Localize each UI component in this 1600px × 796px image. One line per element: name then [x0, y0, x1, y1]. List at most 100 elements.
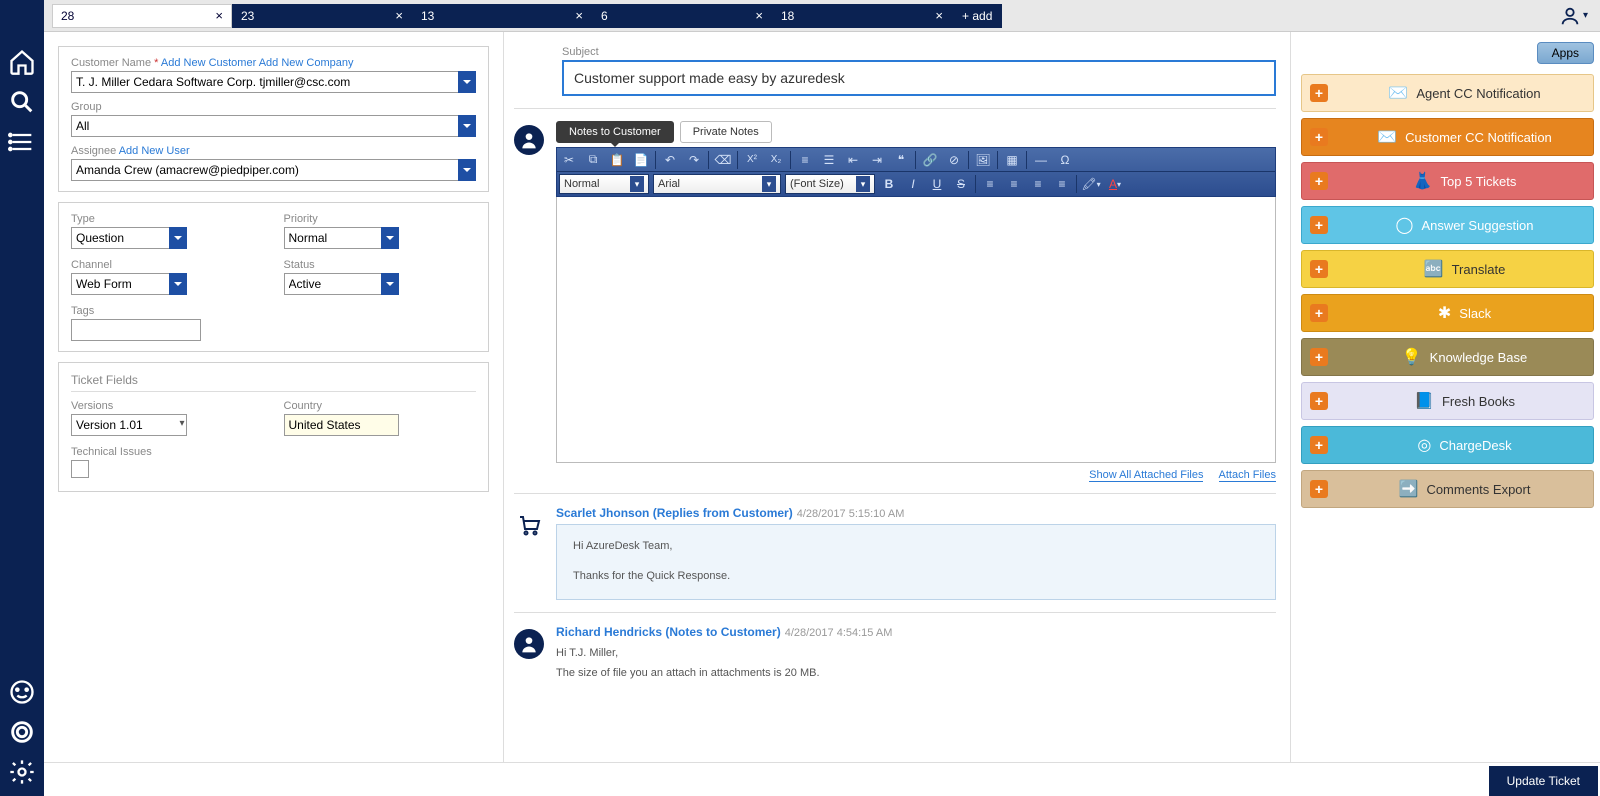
tab-label: 23	[241, 9, 254, 23]
align-left-icon[interactable]: ≡	[978, 173, 1002, 195]
chevron-down-icon[interactable]	[381, 227, 399, 249]
redo-icon[interactable]: ↷	[682, 149, 706, 171]
ordered-list-icon[interactable]: ☰	[817, 149, 841, 171]
expand-icon[interactable]: +	[1302, 207, 1336, 243]
paragraph-format-select[interactable]: Normal▾	[559, 174, 649, 194]
cut-icon[interactable]: ✂	[557, 149, 581, 171]
align-right-icon[interactable]: ≡	[1026, 173, 1050, 195]
refresh-icon[interactable]	[8, 718, 36, 746]
close-icon[interactable]: ×	[395, 9, 403, 22]
image-icon[interactable]: 🖼	[971, 149, 995, 171]
unlink-icon[interactable]: ⊘	[942, 149, 966, 171]
font-family-select[interactable]: Arial▾	[653, 174, 781, 194]
ticket-tab[interactable]: 28×	[52, 4, 232, 28]
country-input[interactable]	[284, 414, 400, 436]
chevron-down-icon[interactable]	[381, 273, 399, 295]
expand-icon[interactable]: +	[1302, 251, 1336, 287]
text-color-icon[interactable]: A▾	[1103, 173, 1127, 195]
apps-button[interactable]: Apps	[1537, 42, 1594, 64]
app-item[interactable]: +🔤Translate	[1301, 250, 1594, 288]
special-char-icon[interactable]: Ω	[1053, 149, 1077, 171]
customer-name-input[interactable]	[71, 71, 476, 93]
tab-label: 18	[781, 9, 794, 23]
app-item[interactable]: +✉️Customer CC Notification	[1301, 118, 1594, 156]
bold-icon[interactable]: B	[877, 173, 901, 195]
close-icon[interactable]: ×	[935, 9, 943, 22]
superscript-icon[interactable]: X²	[740, 149, 764, 171]
align-justify-icon[interactable]: ≡	[1050, 173, 1074, 195]
app-item[interactable]: +◎ChargeDesk	[1301, 426, 1594, 464]
align-center-icon[interactable]: ≡	[1002, 173, 1026, 195]
ticket-tab[interactable]: 18 ×	[772, 4, 952, 28]
ticket-tab[interactable]: 23 ×	[232, 4, 412, 28]
close-icon[interactable]: ×	[575, 9, 583, 22]
dashboard-icon[interactable]	[8, 678, 36, 706]
expand-icon[interactable]: +	[1302, 339, 1336, 375]
app-item[interactable]: +👗Top 5 Tickets	[1301, 162, 1594, 200]
group-dropdown-btn[interactable]	[458, 115, 476, 137]
underline-icon[interactable]: U	[925, 173, 949, 195]
expand-icon[interactable]: +	[1302, 295, 1336, 331]
show-attached-files-link[interactable]: Show All Attached Files	[1089, 469, 1203, 482]
search-icon[interactable]	[8, 88, 36, 116]
app-item[interactable]: +◯Answer Suggestion	[1301, 206, 1594, 244]
app-item[interactable]: +💡Knowledge Base	[1301, 338, 1594, 376]
customer-dropdown-btn[interactable]	[458, 71, 476, 93]
account-menu[interactable]: ▾	[1559, 5, 1588, 27]
home-icon[interactable]	[8, 48, 36, 76]
paste-word-icon[interactable]: 📄	[629, 149, 653, 171]
settings-icon[interactable]	[8, 758, 36, 786]
attach-files-link[interactable]: Attach Files	[1219, 469, 1276, 482]
expand-icon[interactable]: +	[1302, 383, 1336, 419]
subscript-icon[interactable]: X₂	[764, 149, 788, 171]
app-item[interactable]: +✉️Agent CC Notification	[1301, 74, 1594, 112]
paste-icon[interactable]: 📋	[605, 149, 629, 171]
assignee-select[interactable]	[71, 159, 476, 181]
expand-icon[interactable]: +	[1302, 75, 1336, 111]
private-notes-tab[interactable]: Private Notes	[680, 121, 772, 143]
tags-input[interactable]	[71, 319, 201, 341]
expand-icon[interactable]: +	[1302, 163, 1336, 199]
app-item[interactable]: +✱Slack	[1301, 294, 1594, 332]
expand-icon[interactable]: +	[1302, 427, 1336, 463]
app-item[interactable]: +➡️Comments Export	[1301, 470, 1594, 508]
editor-body[interactable]	[556, 197, 1276, 463]
highlight-color-icon[interactable]: 🖍▾	[1079, 173, 1103, 195]
ticket-tab[interactable]: 6×	[592, 4, 772, 28]
indent-icon[interactable]: ⇥	[865, 149, 889, 171]
versions-select[interactable]	[71, 414, 187, 436]
outdent-icon[interactable]: ⇤	[841, 149, 865, 171]
italic-icon[interactable]: I	[901, 173, 925, 195]
assignee-label: Assignee Add New User	[71, 145, 476, 157]
copy-icon[interactable]: ⧉	[581, 149, 605, 171]
expand-icon[interactable]: +	[1302, 119, 1336, 155]
ticket-tab[interactable]: 13×	[412, 4, 592, 28]
hr-icon[interactable]: ―	[1029, 149, 1053, 171]
add-new-customer-link[interactable]: Add New Customer	[161, 57, 256, 69]
close-icon[interactable]: ×	[755, 9, 763, 22]
add-new-company-link[interactable]: Add New Company	[259, 57, 354, 69]
undo-icon[interactable]: ↶	[658, 149, 682, 171]
update-ticket-button[interactable]: Update Ticket	[1489, 766, 1598, 796]
chevron-down-icon[interactable]	[169, 273, 187, 295]
add-tab-button[interactable]: + add	[952, 4, 1002, 28]
blockquote-icon[interactable]: ❝	[889, 149, 913, 171]
notes-to-customer-tab[interactable]: Notes to Customer	[556, 121, 674, 143]
subject-input[interactable]	[562, 60, 1276, 96]
add-new-user-link[interactable]: Add New User	[119, 145, 190, 157]
tech-issues-checkbox[interactable]	[71, 460, 89, 478]
chevron-down-icon[interactable]	[169, 227, 187, 249]
close-icon[interactable]: ×	[215, 9, 223, 22]
link-icon[interactable]: 🔗	[918, 149, 942, 171]
list-icon[interactable]	[8, 128, 36, 156]
expand-icon[interactable]: +	[1302, 471, 1336, 507]
strikethrough-icon[interactable]: S	[949, 173, 973, 195]
group-select[interactable]	[71, 115, 476, 137]
font-size-select[interactable]: (Font Size)▾	[785, 174, 875, 194]
assignee-dropdown-btn[interactable]	[458, 159, 476, 181]
clear-format-icon[interactable]: ⌫	[711, 149, 735, 171]
unordered-list-icon[interactable]: ≡	[793, 149, 817, 171]
app-item[interactable]: +📘Fresh Books	[1301, 382, 1594, 420]
tags-label: Tags	[71, 305, 476, 317]
table-icon[interactable]: ▦	[1000, 149, 1024, 171]
